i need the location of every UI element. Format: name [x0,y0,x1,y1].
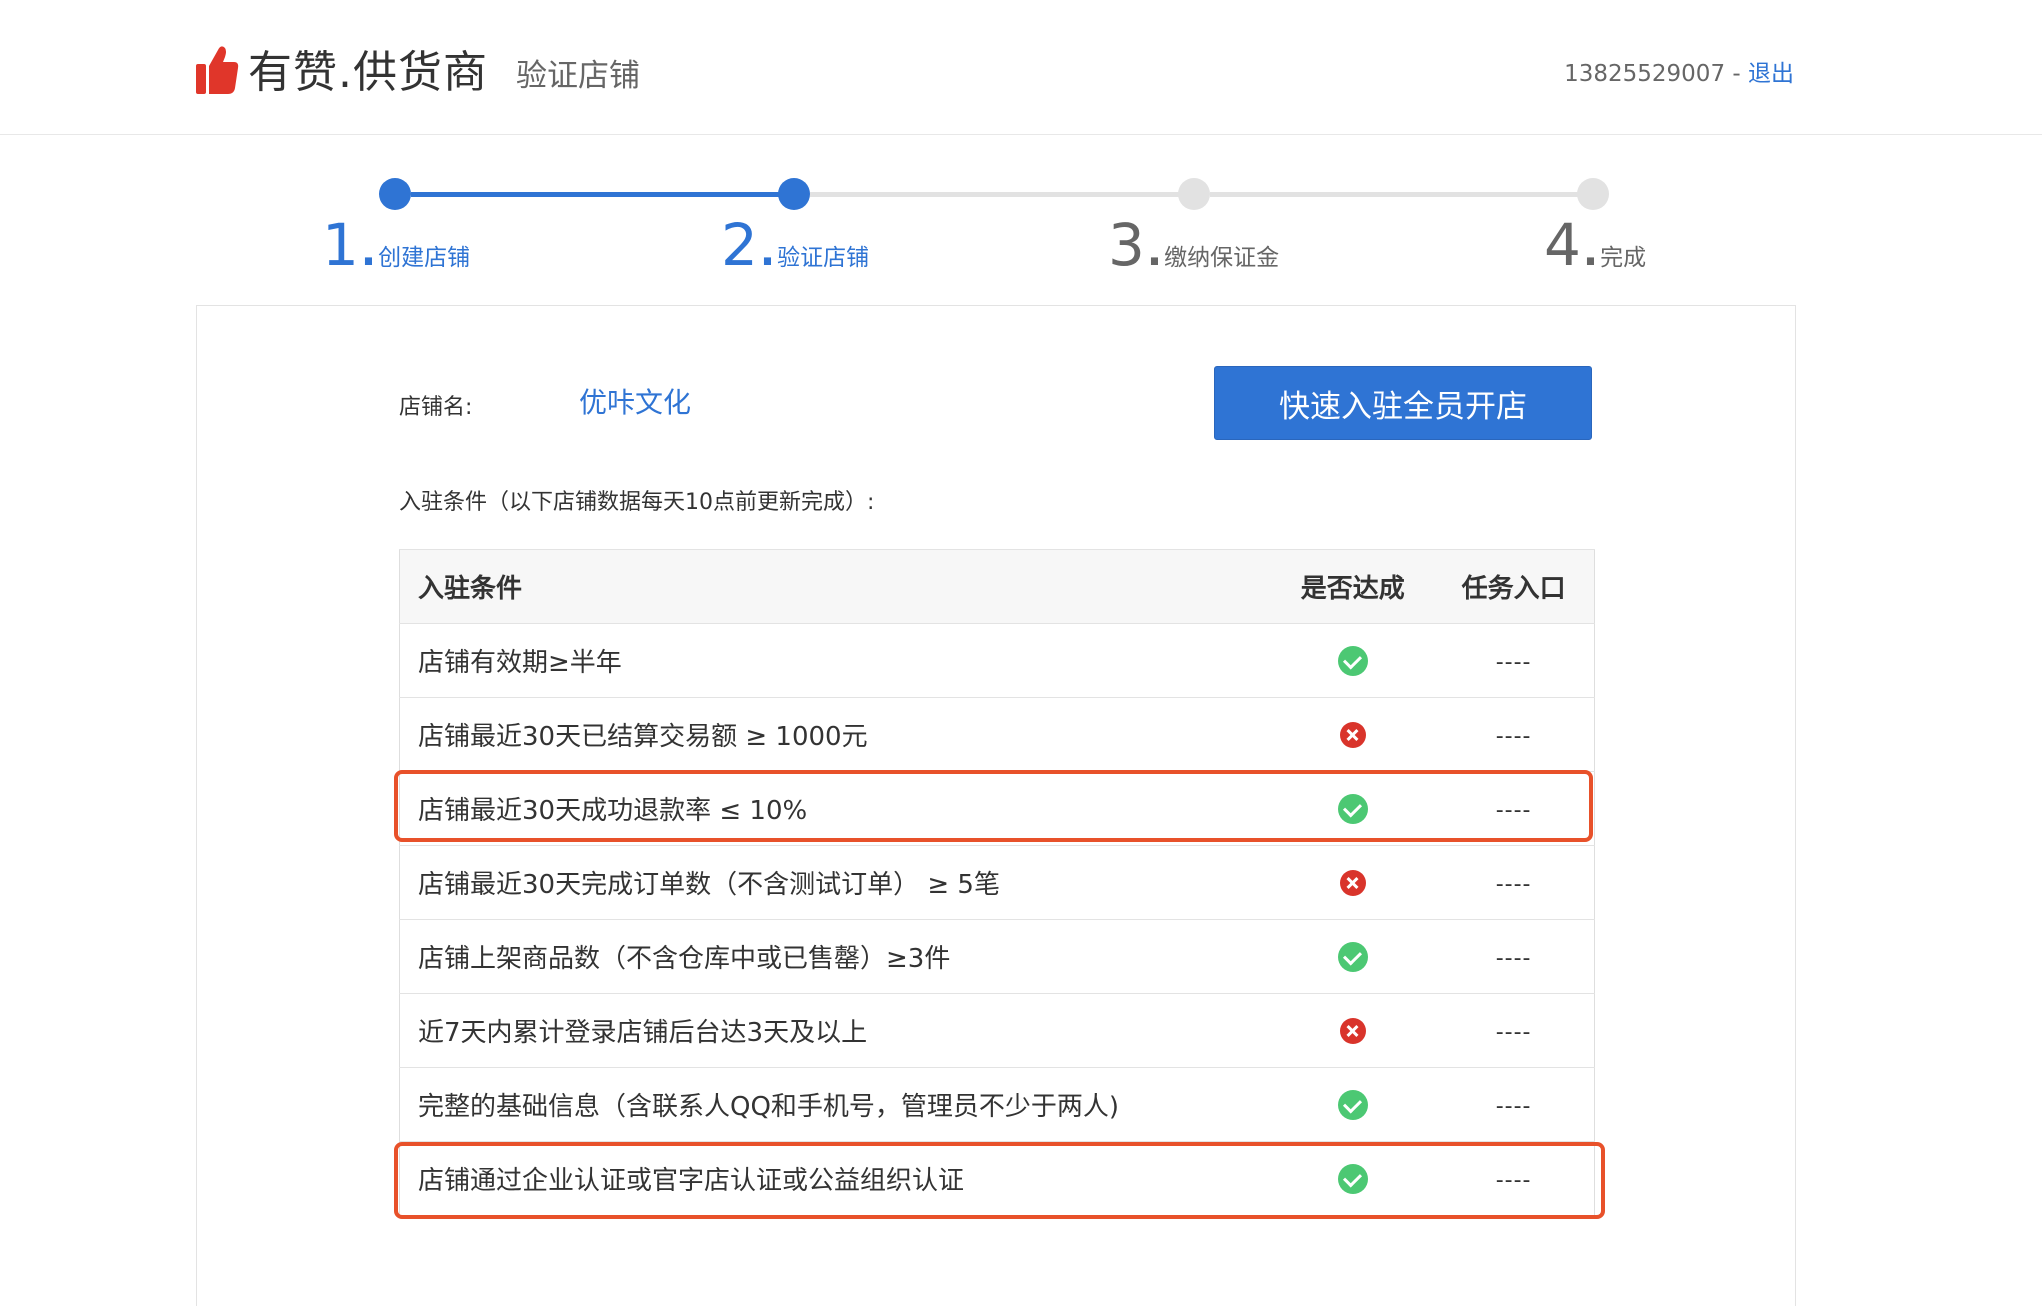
youzan-logo[interactable]: 有赞.供货商 [194,40,488,98]
task-entry: ---- [1495,1093,1532,1119]
table-header-row: 入驻条件 是否达成 任务入口 [399,549,1595,624]
step-3: 3. 缴纳保证金 [1108,210,1279,280]
page-subtitle: 验证店铺 [516,58,640,94]
achieved-cell [1272,919,1434,994]
table-row: 店铺最近30天已结算交易额 ≥ 1000元 ---- [399,697,1595,772]
task-entry-cell: ---- [1433,697,1595,772]
check-circle-icon [1337,941,1368,972]
user-separator: - [1725,61,1748,87]
table-row: 近7天内累计登录店铺后台达3天及以上 ---- [399,993,1595,1068]
close-circle-icon [1339,722,1366,748]
header-condition: 入驻条件 [399,549,1273,624]
condition-text: 店铺有效期≥半年 [399,623,1273,698]
step-4: 4. 完成 [1544,210,1646,280]
top-header: 有赞.供货商 验证店铺 13825529007 - 退出 [0,0,2042,135]
task-entry-cell: ---- [1433,623,1595,698]
step-4-dot: . [1582,229,1599,275]
task-entry-cell: ---- [1433,845,1595,920]
check-circle-icon [1337,645,1368,676]
condition-text: 店铺最近30天已结算交易额 ≥ 1000元 [399,697,1273,772]
step-4-number: 4 [1544,211,1581,279]
step-track-3-4 [1210,192,1587,197]
achieved-cell [1272,1067,1434,1142]
shop-name-label: 店铺名: [399,395,473,420]
task-entry-cell: ---- [1433,1067,1595,1142]
logo-text: 有赞.供货商 [248,47,488,98]
conditions-table: 入驻条件 是否达成 任务入口 店铺有效期≥半年 ---- 店铺最近30天已结算交易额… [399,549,1595,1216]
task-entry: ---- [1495,723,1532,749]
condition-text: 店铺最近30天完成订单数（不含测试订单） ≥ 5笔 [399,845,1273,920]
step-4-label: 完成 [1600,245,1647,271]
table-row: 店铺有效期≥半年 ---- [399,623,1595,698]
progress-steps: 1. 创建店铺 2. 验证店铺 3. 缴纳保证金 4. 完成 [0,170,2042,280]
step-dot-4 [1577,178,1609,210]
step-1-dot: . [360,229,377,275]
header-entry: 任务入口 [1433,549,1595,624]
achieved-cell [1272,845,1434,920]
condition-text: 近7天内累计登录店铺后台达3天及以上 [399,993,1273,1068]
step-1-label: 创建店铺 [378,245,471,271]
achieved-cell [1272,623,1434,698]
step-dot-3 [1178,178,1210,210]
conditions-title: 入驻条件（以下店铺数据每天10点前更新完成）: [399,490,875,515]
table-row: 店铺最近30天完成订单数（不含测试订单） ≥ 5笔 ---- [399,845,1595,920]
header-achieved: 是否达成 [1272,549,1434,624]
close-circle-icon [1339,1018,1366,1044]
user-phone: 13825529007 [1564,61,1726,87]
task-entry-cell: ---- [1433,993,1595,1068]
task-entry: ---- [1495,1019,1532,1045]
achieved-cell [1272,697,1434,772]
step-track-2-3 [810,192,1186,197]
highlight-box-refund-rate [394,770,1593,842]
step-track-1-2 [411,192,788,197]
step-1-number: 1 [322,211,359,279]
step-2-label: 验证店铺 [777,245,870,271]
step-3-label: 缴纳保证金 [1164,245,1280,271]
thumbs-up-icon [196,46,239,94]
task-entry: ---- [1495,945,1532,971]
step-2: 2. 验证店铺 [721,210,869,280]
user-info: 13825529007 - 退出 [1564,54,1794,88]
table-row: 完整的基础信息（含联系人QQ和手机号，管理员不少于两人) ---- [399,1067,1595,1142]
task-entry-cell: ---- [1433,919,1595,994]
highlight-box-certification [394,1142,1605,1219]
logout-link[interactable]: 退出 [1748,61,1794,87]
check-circle-icon [1337,1089,1368,1120]
achieved-cell [1272,993,1434,1068]
shop-name: 优咔文化 [579,386,692,419]
condition-text: 完整的基础信息（含联系人QQ和手机号，管理员不少于两人) [399,1067,1273,1142]
step-dot-2 [778,178,810,210]
close-circle-icon [1339,870,1366,896]
step-3-number: 3 [1108,211,1145,279]
task-entry: ---- [1495,871,1532,897]
condition-text: 店铺上架商品数（不含仓库中或已售罄）≥3件 [399,919,1273,994]
step-3-dot: . [1146,229,1163,275]
step-2-dot: . [759,229,776,275]
step-dot-1 [379,178,411,210]
step-1: 1. 创建店铺 [322,210,470,280]
fast-onboard-button[interactable]: 快速入驻全员开店 [1214,366,1592,440]
table-row: 店铺上架商品数（不含仓库中或已售罄）≥3件 ---- [399,919,1595,994]
task-entry: ---- [1495,649,1532,675]
step-2-number: 2 [721,211,758,279]
